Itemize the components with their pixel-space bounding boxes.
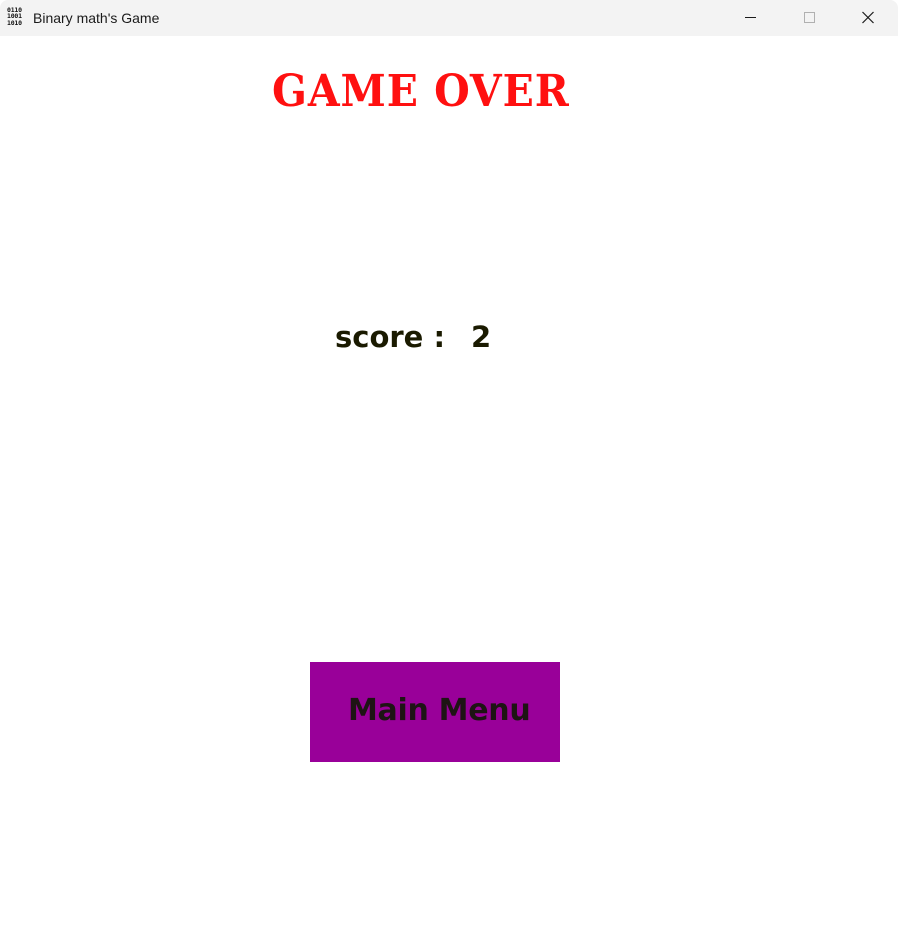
title-bar[interactable]: 0110 1001 1010 Binary math's Game xyxy=(0,0,898,36)
score-label: score : xyxy=(335,320,446,354)
main-menu-button[interactable]: Main Menu xyxy=(310,662,560,762)
maximize-icon xyxy=(804,12,815,23)
score-value: 2 xyxy=(471,320,492,354)
close-button[interactable] xyxy=(839,0,897,36)
minimize-button[interactable] xyxy=(721,0,779,36)
binary-app-icon: 0110 1001 1010 xyxy=(7,7,29,29)
score-display: score : 2 xyxy=(335,319,491,355)
app-icon-line: 1010 xyxy=(7,18,22,27)
game-over-title: GAME OVER xyxy=(272,66,570,117)
app-window: 0110 1001 1010 Binary math's Game GAME O… xyxy=(0,0,898,933)
close-icon xyxy=(862,11,874,24)
main-menu-label: Main Menu xyxy=(348,693,531,728)
maximize-button[interactable] xyxy=(780,0,838,36)
window-title: Binary math's Game xyxy=(33,10,160,26)
minimize-icon xyxy=(745,17,756,18)
